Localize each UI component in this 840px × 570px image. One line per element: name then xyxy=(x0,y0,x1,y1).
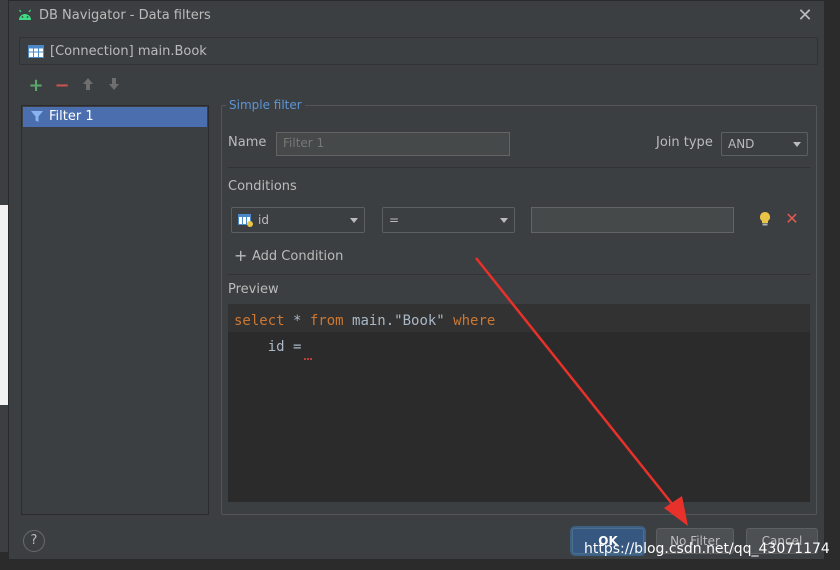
lightbulb-icon[interactable] xyxy=(758,211,772,227)
connection-header: [Connection] main.Book xyxy=(19,37,818,65)
chevron-down-icon xyxy=(500,218,508,223)
name-label: Name xyxy=(228,135,267,150)
sql-keyword-where: where xyxy=(453,313,496,329)
sql-keyword-from: from xyxy=(309,313,344,329)
window-title: DB Navigator - Data filters xyxy=(39,8,211,23)
join-type-value: AND xyxy=(728,137,755,151)
arrow-down-icon xyxy=(109,78,119,90)
filter-list: Filter 1 xyxy=(21,105,209,515)
close-icon: ✕ xyxy=(797,5,813,26)
sql-keyword-select: select xyxy=(234,313,285,329)
android-icon xyxy=(19,9,31,20)
condition-column-select[interactable]: id xyxy=(231,207,365,233)
arrow-up-icon xyxy=(83,78,93,90)
move-down-button[interactable] xyxy=(105,77,123,95)
sql-preview: select * from main."Book" where id = xyxy=(228,304,810,502)
title-bar: DB Navigator - Data filters ✕ xyxy=(9,1,824,31)
column-icon xyxy=(238,214,253,227)
name-field-placeholder: Filter 1 xyxy=(283,136,325,150)
condition-column-value: id xyxy=(258,213,269,227)
filter-list-item[interactable]: Filter 1 xyxy=(23,107,207,127)
name-field[interactable]: Filter 1 xyxy=(276,132,510,156)
preview-label: Preview xyxy=(228,282,279,297)
move-up-button[interactable] xyxy=(79,77,97,95)
condition-operator-select[interactable]: = xyxy=(382,207,515,233)
panel-legend: Simple filter xyxy=(226,98,305,112)
error-squiggle xyxy=(304,354,312,360)
plus-icon: + xyxy=(28,75,44,96)
chevron-down-icon xyxy=(350,218,358,223)
connection-label: [Connection] main.Book xyxy=(50,44,207,59)
join-type-select[interactable]: AND xyxy=(721,132,808,156)
conditions-label: Conditions xyxy=(228,179,297,194)
sql-line-1: select * from main."Book" where xyxy=(234,313,495,329)
join-type-label: Join type xyxy=(656,135,713,150)
divider xyxy=(228,274,810,275)
condition-operator-value: = xyxy=(389,213,400,227)
condition-value-input[interactable] xyxy=(531,207,734,233)
remove-condition-button[interactable]: ✕ xyxy=(784,210,800,228)
help-icon: ? xyxy=(30,533,38,548)
close-icon: ✕ xyxy=(785,209,799,228)
remove-filter-button[interactable]: − xyxy=(53,77,71,95)
sql-table: main."Book" xyxy=(343,313,454,329)
chevron-down-icon xyxy=(793,142,801,147)
table-icon xyxy=(28,45,44,58)
sql-star: * xyxy=(284,313,310,329)
help-button[interactable]: ? xyxy=(23,530,45,552)
funnel-icon xyxy=(31,111,43,122)
close-button[interactable]: ✕ xyxy=(794,5,816,27)
add-filter-button[interactable]: + xyxy=(27,77,45,95)
watermark-text: https://blog.csdn.net/qq_43071174 xyxy=(584,541,830,557)
data-filters-dialog: DB Navigator - Data filters ✕ [Connectio… xyxy=(8,0,825,560)
plus-icon: + xyxy=(234,246,248,265)
background-editor-strip xyxy=(0,205,8,405)
simple-filter-panel: Simple filter Name Filter 1 Join type AN… xyxy=(221,98,817,515)
background-app-left xyxy=(0,0,8,570)
divider xyxy=(228,167,810,168)
filter-item-label: Filter 1 xyxy=(49,109,94,124)
sql-line-2: id = xyxy=(234,339,302,355)
add-condition-label: Add Condition xyxy=(252,249,344,264)
minus-icon: − xyxy=(54,75,70,96)
